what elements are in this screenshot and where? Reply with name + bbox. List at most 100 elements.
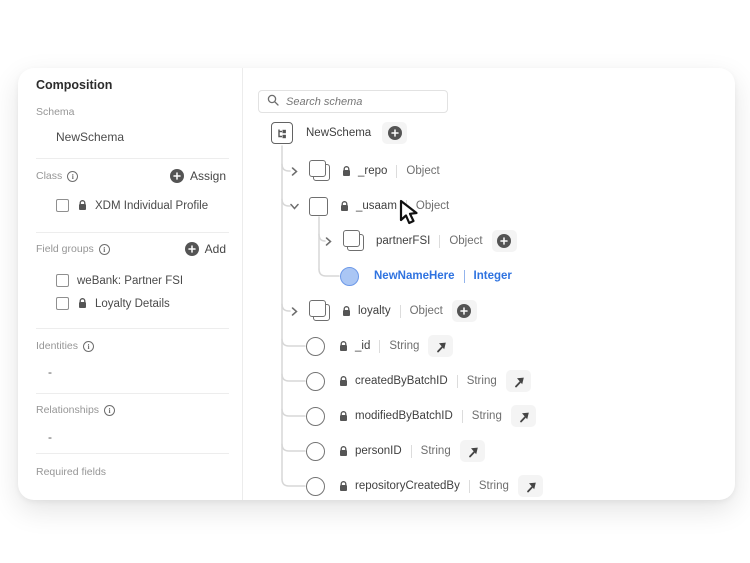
tree-row-selected[interactable]: NewNameHere Integer: [340, 264, 512, 288]
class-item-label: XDM Individual Profile: [95, 200, 208, 212]
tree-row[interactable]: partnerFSI Object: [324, 229, 517, 253]
object-stack-icon: [309, 160, 332, 182]
chevron-right-icon[interactable]: [324, 237, 333, 246]
info-icon[interactable]: i: [67, 171, 78, 182]
open-field-button[interactable]: [428, 335, 453, 357]
class-checkbox[interactable]: [56, 199, 69, 212]
divider: [457, 375, 458, 388]
field-name: modifiedByBatchID: [355, 410, 453, 422]
arrow-up-right-icon: [512, 375, 525, 388]
lock-icon: [339, 201, 349, 212]
divider: [36, 158, 229, 159]
schema-root-icon: [271, 122, 293, 144]
field-name: repositoryCreatedBy: [355, 480, 460, 492]
relationships-section-label: Relationships i: [36, 404, 115, 416]
divider: [411, 445, 412, 458]
field-icon: [306, 477, 325, 496]
open-field-button[interactable]: [506, 370, 531, 392]
add-field-group-button[interactable]: Add: [185, 242, 226, 256]
chevron-right-icon[interactable]: [290, 307, 299, 316]
lock-icon: [338, 341, 348, 352]
plus-icon: [497, 234, 511, 248]
tree-row[interactable]: personID String: [306, 439, 485, 463]
plus-icon: [388, 126, 402, 140]
field-icon: [306, 372, 325, 391]
field-type: String: [479, 480, 509, 492]
add-field-button[interactable]: [452, 300, 477, 322]
field-type: Object: [406, 165, 439, 177]
divider: [396, 165, 397, 178]
tree-row[interactable]: _id String: [306, 334, 453, 358]
schema-search[interactable]: [258, 90, 448, 113]
lock-icon: [341, 166, 351, 177]
field-type: String: [421, 445, 451, 457]
object-icon: [309, 197, 328, 216]
identities-value: -: [48, 365, 52, 379]
field-type: Object: [449, 235, 482, 247]
lock-icon: [338, 481, 348, 492]
divider: [462, 410, 463, 423]
identities-section-label: Identities i: [36, 340, 94, 352]
open-field-button[interactable]: [460, 440, 485, 462]
schema-name-value: NewSchema: [56, 130, 124, 144]
field-name: _repo: [358, 165, 387, 177]
add-field-button[interactable]: [382, 122, 407, 144]
open-field-button[interactable]: [518, 475, 543, 497]
field-type: String: [389, 340, 419, 352]
field-name: _usaam: [356, 200, 397, 212]
lock-icon: [338, 446, 348, 457]
tree-row[interactable]: repositoryCreatedBy String: [306, 474, 543, 498]
panel-title: Composition: [36, 78, 112, 92]
field-icon: [306, 337, 325, 356]
relationships-value: -: [48, 430, 52, 444]
root-schema-name: NewSchema: [306, 127, 371, 139]
divider: [439, 235, 440, 248]
divider: [464, 270, 465, 283]
required-fields-section-label: Required fields: [36, 466, 106, 478]
tree-row[interactable]: createdByBatchID String: [306, 369, 531, 393]
search-input[interactable]: [286, 96, 439, 108]
open-field-button[interactable]: [511, 405, 536, 427]
chevron-right-icon[interactable]: [290, 167, 299, 176]
class-section-label: Class i: [36, 170, 78, 182]
field-group-label: weBank: Partner FSI: [77, 275, 183, 287]
field-name: createdByBatchID: [355, 375, 448, 387]
tree-row[interactable]: _usaam Object: [290, 194, 449, 218]
field-name: _id: [355, 340, 370, 352]
field-type: Object: [410, 305, 443, 317]
field-groups-section-label: Field groups i: [36, 243, 110, 255]
lock-icon: [338, 376, 348, 387]
field-type: Integer: [474, 270, 512, 282]
plus-icon: [457, 304, 471, 318]
arrow-up-right-icon: [466, 445, 479, 458]
info-icon[interactable]: i: [83, 341, 94, 352]
object-stack-icon: [343, 230, 366, 252]
tree-row[interactable]: modifiedByBatchID String: [306, 404, 536, 428]
arrow-up-right-icon: [517, 410, 530, 423]
composition-panel: Composition Schema NewSchema Class i Ass…: [18, 68, 243, 500]
tree-row-root[interactable]: NewSchema: [271, 121, 407, 145]
field-type: String: [472, 410, 502, 422]
object-stack-icon: [309, 300, 332, 322]
field-icon-selected: [340, 267, 359, 286]
field-group-checkbox[interactable]: [56, 274, 69, 287]
divider: [379, 340, 380, 353]
tree-row[interactable]: loyalty Object: [290, 299, 477, 323]
chevron-down-icon[interactable]: [290, 202, 299, 211]
info-icon[interactable]: i: [104, 405, 115, 416]
field-group-checkbox[interactable]: [56, 297, 69, 310]
schema-section-label: Schema: [36, 106, 75, 118]
plus-icon: [185, 242, 199, 256]
divider: [36, 453, 229, 454]
tree-row[interactable]: _repo Object: [290, 159, 440, 183]
search-icon: [267, 93, 279, 111]
add-field-button[interactable]: [492, 230, 517, 252]
assign-class-button[interactable]: Assign: [170, 169, 226, 183]
divider: [469, 480, 470, 493]
field-group-label: Loyalty Details: [95, 298, 170, 310]
field-name: NewNameHere: [374, 270, 455, 282]
plus-icon: [170, 169, 184, 183]
lock-icon: [338, 411, 348, 422]
lock-icon: [77, 200, 87, 211]
info-icon[interactable]: i: [99, 244, 110, 255]
